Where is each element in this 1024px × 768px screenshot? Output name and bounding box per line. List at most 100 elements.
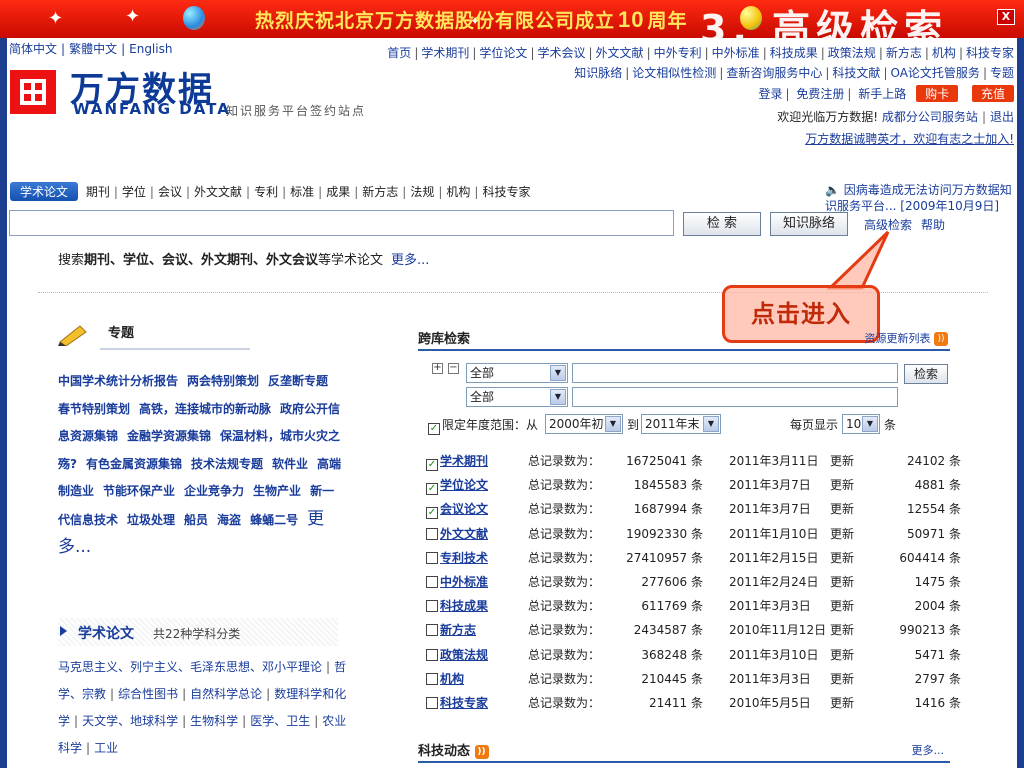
database-checkbox[interactable] [426,648,438,661]
database-checkbox[interactable] [426,576,438,588]
database-name[interactable]: 外文文献 [440,527,488,541]
topic-link[interactable]: 中国学术统计分析报告 [58,374,178,388]
tab-item[interactable]: 机构 [446,185,470,199]
database-link[interactable]: 中外标准 [426,573,488,590]
buy-card-button[interactable]: 购卡 [916,85,959,102]
database-name[interactable]: 机构 [440,672,464,686]
topic-link[interactable]: 春节特别策划 [58,402,130,416]
tab-item[interactable]: 学位 [122,185,146,199]
lang-traditional[interactable]: 繁體中文 [69,42,117,56]
expand-icon[interactable]: + [432,363,443,374]
year-range-checkbox[interactable]: ✓ [428,423,440,435]
database-checkbox[interactable]: ✓ [426,459,438,471]
login-link[interactable]: 登录 [759,87,783,101]
database-name[interactable]: 政策法规 [440,648,488,662]
topic-link[interactable]: 船员 [184,513,208,527]
field-select-2[interactable]: 全部 ▼ [466,387,568,407]
top-nav-link[interactable]: 学术会议 [537,46,585,60]
top-nav-link[interactable]: 科技文献 [832,66,880,80]
database-name[interactable]: 新方志 [440,623,476,637]
help-link[interactable]: 帮助 [921,216,945,233]
database-checkbox[interactable] [426,551,438,564]
database-link[interactable]: 新方志 [426,621,476,638]
collapse-icon[interactable]: − [448,363,459,374]
recharge-button[interactable]: 充值 [971,85,1014,102]
top-nav-link[interactable]: 中外标准 [712,46,760,60]
notice[interactable]: 🔈 因病毒造成无法访问万方数据知识服务平台... [2009年10月9日] [825,182,1017,214]
topic-link[interactable]: 生物产业 [253,484,301,498]
topic-link[interactable]: 反垄断专题 [268,374,328,388]
search-input[interactable] [9,210,674,236]
year-from-select[interactable]: 2000年初 ▼ [545,414,623,434]
tech-news-more-link[interactable]: 更多... [912,742,945,758]
topic-link[interactable]: 有色金属资源集锦 [86,457,182,471]
database-checkbox[interactable] [426,600,438,613]
tab-item[interactable]: 成果 [326,185,350,199]
top-nav-link[interactable]: 学术期刊 [421,46,469,60]
cross-search-input-1[interactable] [572,363,898,383]
subject-link[interactable]: 马克思主义、列宁主义、毛泽东思想、邓小平理论 [58,660,322,674]
database-link[interactable]: 专利技术 [426,549,488,566]
branch-link[interactable]: 成都分公司服务站 [882,110,978,124]
cross-search-button[interactable]: 检索 [904,364,948,384]
database-checkbox[interactable] [426,624,438,637]
subject-link[interactable]: 生物科学 [190,714,238,728]
top-nav-link[interactable]: 知识脉络 [574,66,622,80]
topic-link[interactable]: 高铁，连接城市的新动脉 [139,402,271,416]
tab-academic-papers[interactable]: 学术论文 [10,182,79,201]
tab-item[interactable]: 期刊 [86,185,110,199]
lang-english[interactable]: English [129,42,172,56]
database-name[interactable]: 专利技术 [440,551,488,565]
database-link[interactable]: 科技专家 [426,694,488,711]
year-to-select[interactable]: 2011年末 ▼ [641,414,721,434]
database-name[interactable]: 科技成果 [440,599,488,613]
per-page-select[interactable]: 10 ▼ [842,414,880,434]
database-checkbox[interactable]: ✓ [426,483,438,496]
top-nav-link[interactable]: 中外专利 [654,46,702,60]
hiring-link[interactable]: 万方数据诚聘英才，欢迎有志之士加入! [805,130,1014,147]
top-nav-link[interactable]: 政策法规 [828,46,876,60]
topic-link[interactable]: 两会特别策划 [187,374,259,388]
tab-item[interactable]: 标准 [290,185,314,199]
database-link[interactable]: ✓ 会议论文 [426,500,488,520]
close-banner-button[interactable]: X [997,9,1015,25]
tab-item[interactable]: 外文文献 [194,185,242,199]
register-link[interactable]: 免费注册 [796,87,844,101]
database-name[interactable]: 会议论文 [440,502,488,516]
academic-title[interactable]: 学术论文 [78,623,134,643]
subject-link[interactable]: 综合性图书 [118,687,178,701]
database-link[interactable]: 科技成果 [426,597,488,614]
top-nav-link[interactable]: 专题 [990,66,1014,80]
database-name[interactable]: 学术期刊 [440,454,488,468]
top-nav-link[interactable]: 科技成果 [770,46,818,60]
rss-icon[interactable]: )) [474,744,489,759]
field-select-1[interactable]: 全部 ▼ [466,363,568,383]
topic-link[interactable]: 技术法规专题 [191,457,263,471]
lang-simplified[interactable]: 简体中文 [9,42,57,56]
top-nav-link[interactable]: OA论文托管服务 [890,66,979,80]
database-name[interactable]: 学位论文 [440,478,488,492]
top-nav-link[interactable]: 机构 [932,46,956,60]
subject-link[interactable]: 工业 [94,741,118,755]
top-nav-link[interactable]: 查新咨询服务中心 [726,66,822,80]
database-checkbox[interactable] [426,672,438,685]
tab-item[interactable]: 专利 [254,185,278,199]
database-link[interactable]: 机构 [426,670,464,687]
tab-item[interactable]: 新方志 [362,185,398,199]
newbie-link[interactable]: 新手上路 [858,87,906,101]
database-checkbox[interactable] [426,527,438,540]
topic-link[interactable]: 金融学资源集锦 [127,429,211,443]
tab-item[interactable]: 会议 [158,185,182,199]
database-link[interactable]: ✓ 学位论文 [426,476,488,496]
cross-search-input-2[interactable] [572,387,898,407]
database-checkbox[interactable]: ✓ [426,507,438,520]
database-link[interactable]: 政策法规 [426,646,488,663]
tab-item[interactable]: 法规 [410,185,434,199]
database-checkbox[interactable] [426,697,438,709]
subject-link[interactable]: 医学、卫生 [250,714,310,728]
topic-link[interactable]: 企业竞争力 [184,484,244,498]
top-nav-link[interactable]: 新方志 [886,46,922,60]
top-nav-link[interactable]: 科技专家 [966,46,1014,60]
tab-item[interactable]: 科技专家 [482,185,530,199]
topic-link[interactable]: 软件业 [272,457,308,471]
